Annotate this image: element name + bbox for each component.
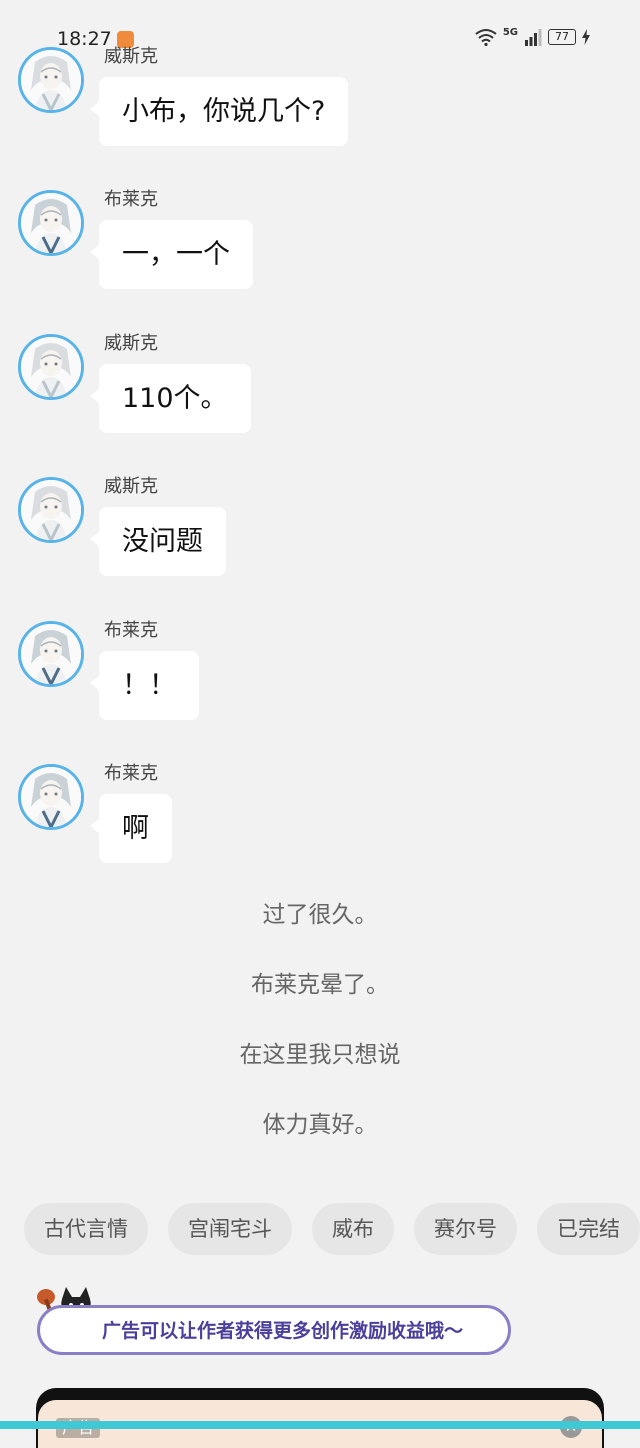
- network-type: 5G: [502, 27, 518, 38]
- narration-line: 体力真好。: [262, 1112, 378, 1138]
- status-bar: 18:27 5G 77: [0, 0, 640, 50]
- chat-message: 威斯克没问题: [0, 476, 640, 601]
- signal-icon: [525, 29, 542, 46]
- status-icons: 5G 77: [475, 28, 590, 46]
- speaker-name: 威斯克: [104, 46, 158, 67]
- chat-message: 布莱克一，一个: [0, 189, 640, 314]
- tag-chip[interactable]: 已完结: [537, 1203, 640, 1255]
- message-bubble: 没问题: [90, 507, 226, 577]
- message-bubble: 小布，你说几个?: [89, 77, 349, 146]
- speaker-name: 威斯克: [104, 332, 158, 354]
- chat-message: 威斯克小布，你说几个?: [0, 46, 640, 171]
- tag-row: 古代言情 宫闱宅斗 威布 赛尔号 已完结: [24, 1203, 640, 1255]
- message-bubble: 一，一个: [90, 220, 253, 290]
- message-bubble: 110个。: [90, 363, 251, 433]
- tag-chip[interactable]: 宫闱宅斗: [168, 1203, 292, 1255]
- avatar-black[interactable]: [18, 620, 84, 687]
- avatar-wesker[interactable]: [18, 333, 84, 400]
- ad-notice-banner[interactable]: 广告可以让作者获得更多创作激励收益哦～: [37, 1305, 511, 1355]
- avatar-wesker[interactable]: [18, 477, 84, 544]
- chat-message: 威斯克 110个。: [0, 333, 640, 458]
- avatar-black[interactable]: [18, 764, 84, 830]
- tag-chip[interactable]: 古代言情: [24, 1203, 148, 1255]
- battery-icon: 77: [548, 29, 576, 45]
- bottom-strip: [0, 1421, 640, 1429]
- ad-card[interactable]: 广告 ✕: [36, 1388, 604, 1448]
- narration-line: 布莱克晕了。: [251, 972, 389, 998]
- charging-icon: [582, 29, 590, 45]
- message-bubble: ！！: [90, 650, 199, 720]
- speaker-name: 布莱克: [104, 189, 158, 211]
- message-bubble: 啊: [90, 794, 172, 863]
- tag-chip[interactable]: 威布: [312, 1203, 394, 1255]
- speaker-name: 威斯克: [104, 476, 158, 498]
- speaker-name: 布莱克: [104, 763, 158, 784]
- speaker-name: 布莱克: [104, 619, 158, 641]
- chat-message: 布莱克 ！！: [0, 620, 640, 745]
- ad-notice-text: 广告可以让作者获得更多创作激励收益哦～: [102, 1320, 464, 1342]
- tag-chip[interactable]: 赛尔号: [414, 1203, 517, 1255]
- wifi-icon: [475, 29, 497, 46]
- avatar-wesker[interactable]: [18, 47, 84, 113]
- narration-line: 过了很久。: [262, 902, 378, 928]
- narration-line: 在这里我只想说: [239, 1042, 401, 1068]
- chat-message: 布莱克啊: [0, 763, 640, 888]
- avatar-black[interactable]: [18, 190, 84, 257]
